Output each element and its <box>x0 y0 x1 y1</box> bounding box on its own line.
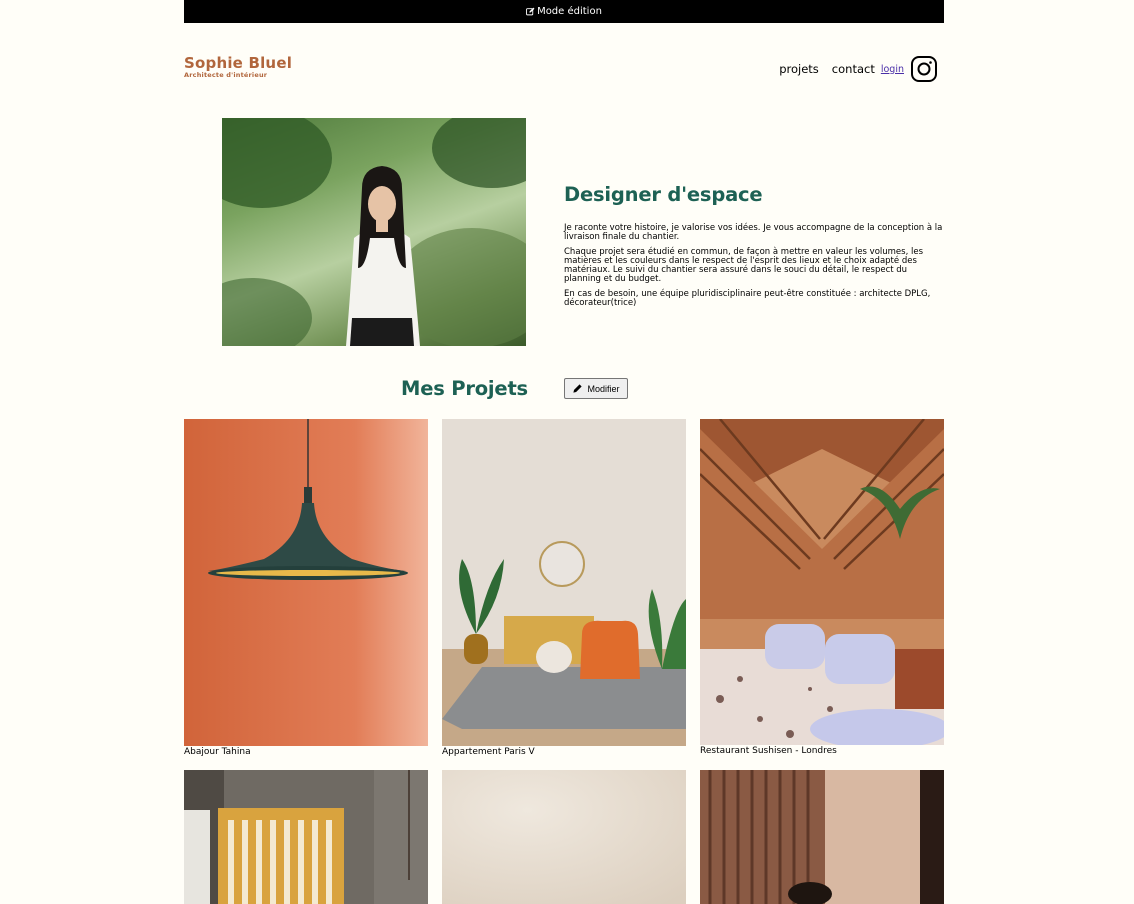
site-logo[interactable]: Sophie Bluel Architecte d'intérieur <box>184 54 293 80</box>
intro-paragraph: Chaque projet sera étudié en commun, de … <box>564 246 924 285</box>
project-image <box>184 419 428 746</box>
intro-paragraph: En cas de besoin, une équipe pluridiscip… <box>564 288 931 309</box>
nav-projets-link[interactable]: projets <box>779 62 819 76</box>
project-caption: Restaurant Sushisen - Londres <box>700 746 837 756</box>
gallery-item[interactable] <box>700 770 944 904</box>
intro-text: Je raconte votre histoire, je valorise v… <box>564 223 944 313</box>
gallery-item[interactable] <box>184 770 428 904</box>
instagram-icon[interactable] <box>910 55 938 83</box>
gallery-item[interactable]: Restaurant Sushisen - Londres <box>700 419 944 756</box>
main-nav: projets contact login <box>779 55 938 83</box>
logo-subtitle: Architecte d'intérieur <box>184 71 268 79</box>
modify-projects-button[interactable]: Modifier <box>564 378 628 399</box>
project-image <box>700 770 944 904</box>
project-image <box>442 419 686 746</box>
architect-portrait-photo <box>222 118 526 346</box>
project-image <box>700 419 944 745</box>
intro-title: Designer d'espace <box>564 183 763 206</box>
nav-login-link[interactable]: login <box>881 64 904 75</box>
project-image <box>184 770 428 904</box>
project-caption: Abajour Tahina <box>184 747 251 757</box>
projects-title: Mes Projets <box>401 377 528 400</box>
nav-contact-link[interactable]: contact <box>832 62 875 76</box>
project-caption: Appartement Paris V <box>442 747 535 757</box>
intro-paragraph: Je raconte votre histoire, je valorise v… <box>564 223 943 243</box>
edit-square-icon <box>526 7 535 16</box>
edit-mode-label: Mode édition <box>537 6 602 17</box>
modify-button-label: Modifier <box>587 383 620 394</box>
gallery-item[interactable]: Appartement Paris V <box>442 419 686 757</box>
pencil-icon <box>573 384 583 393</box>
edit-mode-bar[interactable]: Mode édition <box>184 0 944 23</box>
logo-name: Sophie Bluel <box>184 54 293 72</box>
gallery-item[interactable] <box>442 770 686 904</box>
gallery-item[interactable]: Abajour Tahina <box>184 419 428 757</box>
project-image <box>442 770 686 904</box>
